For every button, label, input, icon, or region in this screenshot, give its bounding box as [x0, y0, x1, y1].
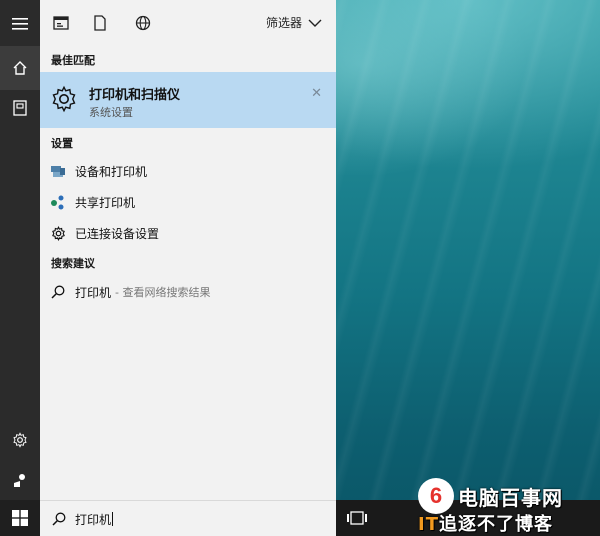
gear-icon: [52, 85, 76, 113]
search-results-panel: 筛选器 最佳匹配 打印机和扫描仪 系统设置 ✕ 设置 设备和打印机 共享打印机 …: [40, 0, 336, 500]
watermark-line2: IT追逐不了博客: [418, 514, 553, 535]
settings-item-label: 设备和打印机: [75, 164, 148, 179]
apps-window-icon: [53, 16, 69, 30]
wallpaper-light-rays: [336, 0, 600, 500]
best-match-result[interactable]: 打印机和扫描仪 系统设置 ✕: [40, 72, 336, 128]
document-icon: [94, 15, 106, 31]
settings-item-label: 已连接设备设置: [75, 226, 160, 241]
tab-apps[interactable]: [50, 12, 72, 34]
task-view-icon[interactable]: [346, 510, 368, 526]
devices-printers-icon: [50, 163, 66, 179]
filter-dropdown[interactable]: 筛选器: [266, 14, 322, 31]
best-match-subtitle: 系统设置: [89, 106, 133, 119]
settings-item-devices-printers[interactable]: 设备和打印机: [40, 157, 336, 185]
search-input[interactable]: 打印机: [75, 511, 114, 528]
gear-icon: [13, 432, 27, 448]
chevron-down-icon: [308, 19, 322, 27]
home-icon: [13, 61, 27, 75]
results-tabs: 筛选器: [40, 0, 336, 46]
gear-icon: [50, 225, 66, 241]
settings-item-label: 共享打印机: [75, 195, 136, 210]
best-match-title: 打印机和扫描仪: [89, 88, 181, 103]
suggestion-label: 打印机: [75, 285, 112, 300]
watermark-brand: 电脑百事网: [458, 486, 563, 510]
text-caret: [112, 512, 114, 526]
search-icon: [50, 284, 66, 300]
settings-item-connected-devices[interactable]: 已连接设备设置: [40, 219, 336, 247]
globe-icon: [135, 15, 151, 31]
section-search-suggestions: 搜索建议: [51, 257, 95, 270]
site-watermark: 6 电脑百事网 IT追逐不了博客: [418, 478, 598, 535]
notebook-icon: [13, 100, 27, 116]
close-icon[interactable]: ✕: [311, 86, 322, 101]
section-best-match: 最佳匹配: [51, 54, 95, 67]
start-sidebar: [0, 0, 40, 500]
feedback-icon: [14, 474, 25, 487]
windows-logo-icon: [12, 510, 28, 526]
tab-documents[interactable]: [89, 12, 111, 34]
suggestion-item[interactable]: 打印机 - 查看网络搜索结果: [40, 278, 336, 306]
search-icon: [52, 512, 66, 526]
hamburger-icon: [12, 18, 28, 30]
search-box[interactable]: 打印机: [40, 500, 336, 536]
home-button[interactable]: [0, 46, 40, 90]
section-settings: 设置: [51, 137, 73, 150]
feedback-button[interactable]: [0, 458, 40, 502]
settings-button[interactable]: [0, 418, 40, 462]
filter-label: 筛选器: [265, 16, 302, 30]
menu-button[interactable]: [0, 2, 40, 46]
tab-web[interactable]: [132, 12, 154, 34]
share-icon: [50, 194, 66, 210]
watermark-logo: 6: [418, 478, 454, 514]
settings-item-share-printer[interactable]: 共享打印机: [40, 188, 336, 216]
suggestion-hint: - 查看网络搜索结果: [115, 286, 211, 299]
notebook-button[interactable]: [0, 86, 40, 130]
start-button[interactable]: [0, 500, 40, 536]
